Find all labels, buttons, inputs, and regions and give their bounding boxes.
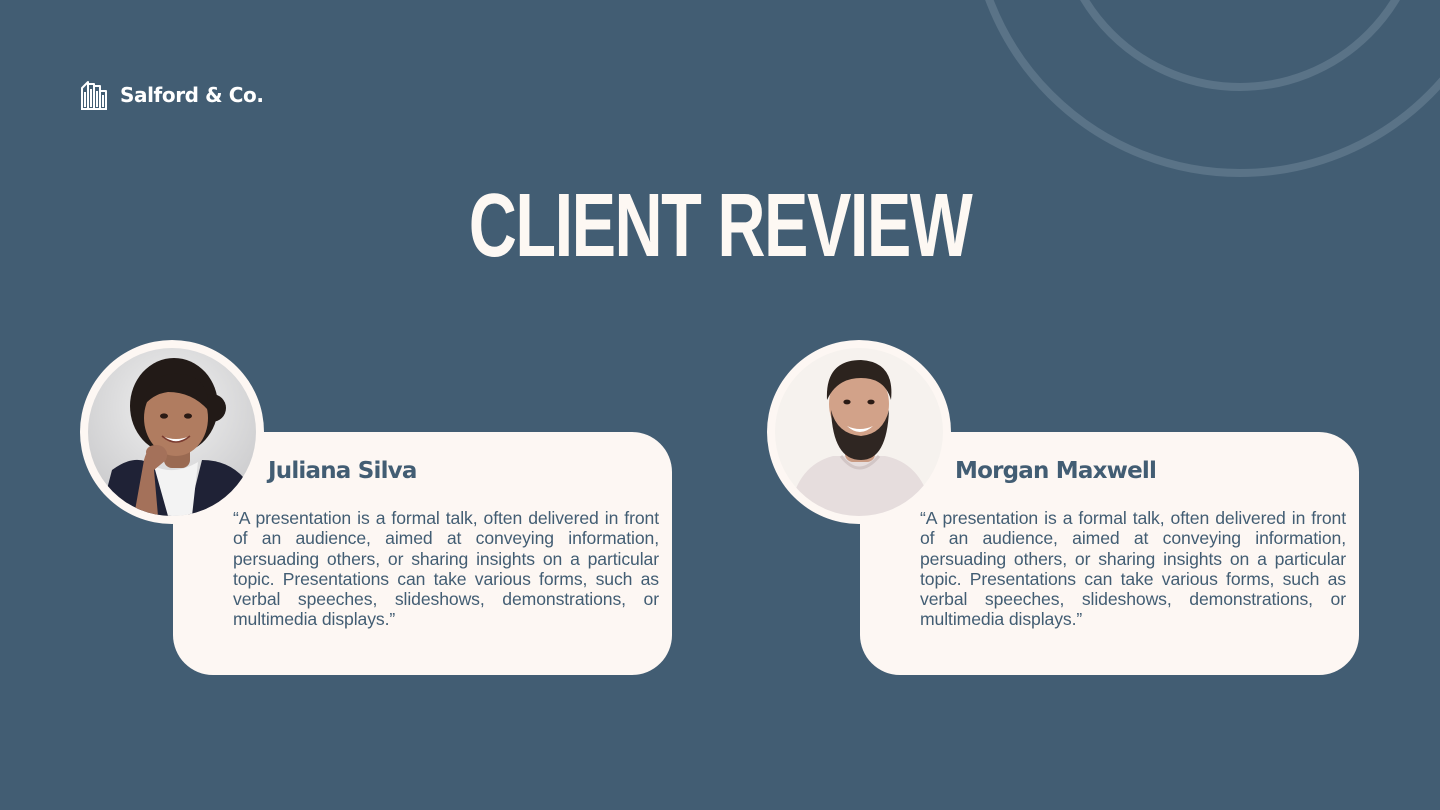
slide: Salford & Co. CLIENT REVIEW Juliana Silv…	[0, 0, 1440, 810]
brand-name: Salford & Co.	[120, 83, 264, 107]
review-quote: “A presentation is a formal talk, often …	[233, 508, 659, 630]
avatar	[80, 340, 264, 524]
outer-ring	[985, 0, 1440, 177]
inner-ring	[1080, 0, 1400, 91]
review-quote: “A presentation is a formal talk, often …	[920, 508, 1346, 630]
building-columns-icon	[81, 81, 107, 110]
avatar	[767, 340, 951, 524]
brand-logo: Salford & Co.	[80, 80, 264, 110]
woman-portrait-photo	[88, 348, 256, 516]
review-card-juliana: Juliana Silva “A presentation is a forma…	[80, 340, 680, 680]
reviewer-name: Morgan Maxwell	[955, 458, 1157, 484]
review-card-morgan: Morgan Maxwell “A presentation is a form…	[767, 340, 1367, 680]
man-portrait-photo	[775, 348, 943, 516]
reviewer-name: Juliana Silva	[268, 458, 417, 484]
page-title: CLIENT REVIEW	[468, 176, 973, 276]
